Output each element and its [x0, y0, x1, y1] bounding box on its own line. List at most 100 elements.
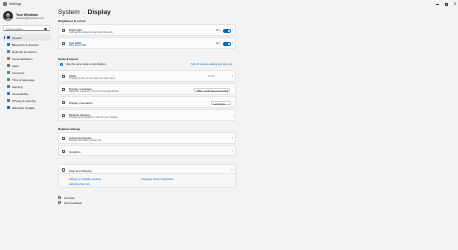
sidebar-item-label: Privacy & security [12, 98, 36, 103]
sidebar-item-accounts[interactable]: Accounts [3, 69, 51, 76]
orientation-value: Landscape [213, 102, 226, 106]
sidebar-item-label: Accounts [12, 70, 25, 75]
graphics-icon [62, 149, 66, 154]
resolution-dropdown[interactable]: 2560 × 1440 (Recommended) ⌄ [194, 87, 230, 93]
sidebar-item-label: Bluetooth & devices [12, 42, 39, 47]
same-scale-label: Use the same scale on all displays [66, 63, 106, 66]
advanced-display-subtitle: Display information, refresh rate [69, 140, 102, 142]
sidebar-item-label: System [12, 35, 23, 40]
search-input[interactable] [6, 26, 44, 31]
scale-icon [62, 75, 66, 79]
night-light-card[interactable]: Night light Use warmer colours to help b… [58, 24, 236, 36]
help-title: Help from Display [69, 168, 92, 173]
sidebar-item-label: Time & language [12, 77, 35, 82]
user-profile[interactable]: Your Windows windows@example.com [3, 11, 53, 21]
minimize-icon[interactable] [433, 1, 441, 7]
settings-window: Settings ✕ Your Windows windows@example.… [0, 0, 458, 250]
accounts-icon [7, 71, 10, 74]
main-content: System › Display Brightness & colour Nig… [58, 0, 238, 250]
sidebar-item-bluetooth[interactable]: Bluetooth & devices [3, 41, 51, 48]
resolution-value: 2560 × 1440 (Recommended) [196, 89, 229, 93]
graphics-card[interactable]: Graphics › [58, 145, 236, 156]
chevron-right-icon[interactable]: › [232, 149, 233, 153]
get-help-label: Get help [64, 195, 75, 200]
breadcrumb-separator: › [83, 10, 85, 15]
windows-update-icon [7, 106, 10, 109]
night-light-state: On [216, 29, 220, 33]
night-light-icon [62, 29, 66, 33]
bluetooth-icon [7, 43, 10, 46]
orientation-title: Display orientation [69, 101, 93, 106]
advanced-display-card[interactable]: Advanced display Display information, re… [58, 132, 236, 144]
resolution-card[interactable]: Display resolution Adjust the resolution… [58, 83, 236, 95]
chevron-right-icon[interactable]: › [232, 41, 233, 45]
hdr-link[interactable]: More about HDR [69, 45, 86, 47]
hdr-card[interactable]: Use HDR More about HDR On › [58, 37, 236, 49]
orientation-icon [62, 101, 66, 105]
search-icon[interactable] [44, 27, 47, 31]
orientation-card[interactable]: Display orientation Landscape ⌄ [58, 96, 236, 108]
orientation-dropdown[interactable]: Landscape ⌄ [211, 100, 231, 106]
sidebar-item-label: Windows Update [12, 105, 35, 110]
custom-scaling-link[interactable]: Turn off custom scaling and sign out [190, 63, 232, 66]
network-icon [7, 50, 10, 53]
sidebar-item-apps[interactable]: Apps [3, 62, 51, 69]
night-light-subtitle: Use warmer colours to help block blue li… [69, 32, 113, 34]
section-brightness-title: Brightness & colour [58, 19, 86, 23]
settings-app-icon [3, 2, 7, 6]
chevron-down-icon: ⌄ [226, 102, 229, 106]
section-related-title: Related settings [58, 127, 81, 131]
chevron-up-icon[interactable]: › [230, 169, 234, 170]
sidebar-nav: System Bluetooth & devices Network & inter… [3, 34, 51, 111]
same-scale-radio[interactable] [60, 63, 63, 66]
chevron-right-icon[interactable]: › [232, 136, 233, 140]
maximize-icon[interactable] [442, 1, 450, 7]
help-icon [58, 195, 61, 199]
system-icon [7, 36, 10, 39]
hdr-toggle[interactable] [223, 42, 231, 46]
sidebar-item-time-language[interactable]: Time & language [3, 76, 51, 83]
resolution-icon [62, 88, 66, 92]
breadcrumb-parent[interactable]: System [58, 9, 80, 16]
search-box[interactable] [3, 25, 50, 31]
sidebar-item-personalization[interactable]: Personalization [3, 55, 51, 62]
help-link-multiple-monitors[interactable]: Setting up multiple monitors [69, 178, 101, 181]
give-feedback-label: Give feedback [64, 200, 82, 205]
chevron-down-icon[interactable]: › [231, 115, 235, 116]
breadcrumb: System › Display [58, 9, 111, 16]
gaming-icon [7, 85, 10, 88]
same-scale-row: Use the same scale on all displays Turn … [58, 62, 236, 67]
sidebar-item-windows-update[interactable]: Windows Update [3, 104, 51, 111]
scale-value: 100% [208, 75, 215, 79]
page-title: Display [87, 9, 111, 16]
close-icon[interactable]: ✕ [451, 1, 458, 7]
hdr-state: On [216, 42, 220, 46]
sidebar-item-privacy-security[interactable]: Privacy & security [3, 97, 51, 104]
globe-icon [62, 168, 66, 172]
sidebar-item-system[interactable]: System [3, 34, 51, 41]
advanced-display-icon [62, 137, 66, 141]
window-title: Settings [9, 2, 22, 6]
accessibility-icon [7, 92, 10, 95]
time-language-icon [7, 78, 10, 81]
feedback-icon [58, 200, 61, 204]
scale-card[interactable]: Scale Change the size of text, apps and … [58, 70, 236, 82]
help-body: Setting up multiple monitors Changing sc… [58, 174, 236, 188]
night-light-toggle[interactable] [223, 29, 231, 33]
multiple-displays-icon [62, 114, 66, 118]
chevron-down-icon: ⌄ [225, 89, 228, 93]
scale-subtitle: Change the size of text, apps and other … [69, 78, 116, 80]
section-scale-title: Scale & layout [58, 57, 78, 61]
chevron-right-icon[interactable]: › [232, 74, 233, 78]
sidebar-item-network[interactable]: Network & internet [3, 48, 51, 55]
help-link-brightness[interactable]: Changing screen brightness [141, 178, 173, 181]
hdr-icon [62, 42, 66, 46]
multiple-displays-card[interactable]: Multiple displays Choose the presentatio… [58, 109, 236, 121]
help-header[interactable]: Help from Display › [58, 164, 236, 174]
chevron-right-icon[interactable]: › [232, 28, 233, 32]
sidebar-item-gaming[interactable]: Gaming [3, 83, 51, 90]
sidebar-item-label: Accessibility [12, 91, 29, 96]
sidebar-item-accessibility[interactable]: Accessibility [3, 90, 51, 97]
help-link-font-size[interactable]: Adjusting font size [69, 183, 90, 186]
sidebar-item-label: Gaming [12, 84, 23, 89]
